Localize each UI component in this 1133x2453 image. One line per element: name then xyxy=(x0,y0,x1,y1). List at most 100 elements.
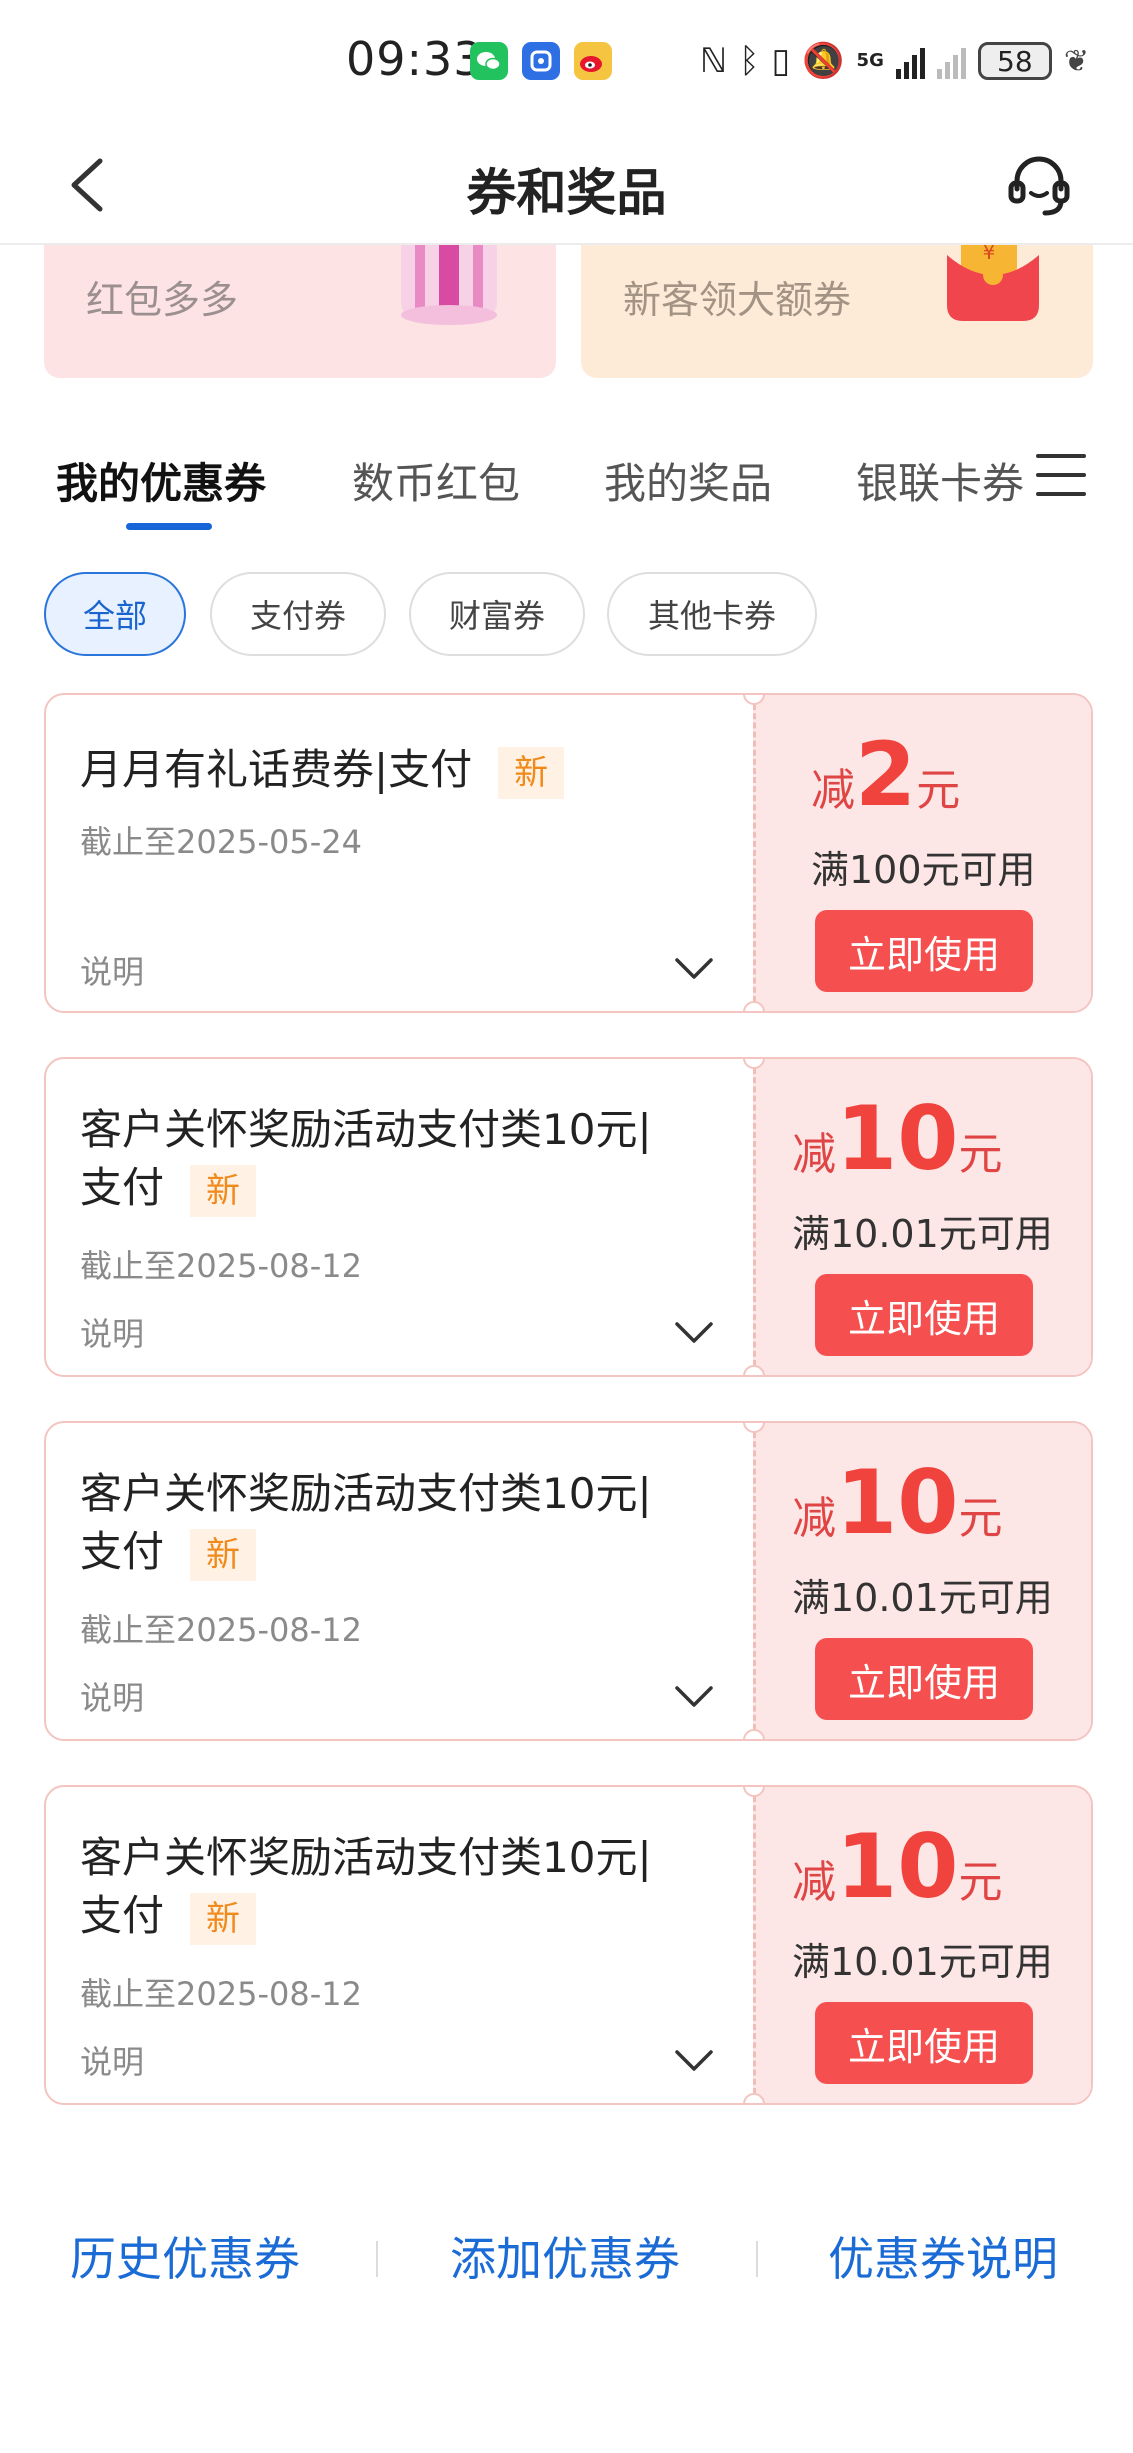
coupon-explain-label[interactable]: 说明 xyxy=(80,947,144,993)
coupon-title-text: 支付 xyxy=(80,1527,165,1576)
coupon-condition: 满10.01元可用 xyxy=(792,1940,1053,1984)
amount-number: 10 xyxy=(836,1815,959,1918)
new-badge: 新 xyxy=(498,746,565,799)
amount-unit: 元 xyxy=(958,1857,1003,1908)
amount-unit: 元 xyxy=(916,765,961,816)
blue-app-icon xyxy=(522,42,560,80)
signal-off-icon xyxy=(936,43,966,79)
coupon-title: 月月有礼话费券|支付新 xyxy=(80,741,730,799)
tab-clip: 银联卡券 xyxy=(852,440,1032,530)
promo-banner-new-customer[interactable]: 新客领大额券 ¥ xyxy=(581,245,1093,378)
coupon-explain-label[interactable]: 说明 xyxy=(80,1309,144,1355)
reduce-prefix: 减 xyxy=(792,1493,836,1544)
tab-digital-red-packet[interactable]: 数币红包 xyxy=(352,450,520,511)
coupon-deadline: 截止至2025-08-12 xyxy=(80,1611,362,1649)
mute-icon: 🔕 xyxy=(802,41,845,81)
coupon-card: 客户关怀奖励活动支付类10元| 支付新 截止至2025-08-12 说明 减10元… xyxy=(44,1057,1093,1377)
leaf-icon: ❦ xyxy=(1063,43,1089,79)
weibo-icon xyxy=(574,42,612,80)
coupon-value-panel: 减10元 满10.01元可用 立即使用 xyxy=(753,1423,1091,1739)
red-envelope-icon: ¥ xyxy=(947,245,1039,321)
filter-wealth[interactable]: 财富券 xyxy=(409,572,585,656)
banner-subtitle: 红包多多 xyxy=(86,278,239,322)
coupon-amount: 减10元 xyxy=(792,1823,1091,1911)
signal-icon xyxy=(895,43,925,79)
amount-number: 2 xyxy=(855,723,917,826)
chevron-down-icon[interactable] xyxy=(674,957,714,981)
reduce-prefix: 减 xyxy=(792,1857,836,1908)
coupon-amount: 减10元 xyxy=(792,1459,1091,1547)
gift-icon xyxy=(401,245,497,325)
svg-text:¥: ¥ xyxy=(983,245,996,264)
coupon-title-text: 支付 xyxy=(80,1163,165,1212)
coupon-title-text: 支付 xyxy=(80,1891,165,1940)
promo-banner-red-packet[interactable]: 红包多多 xyxy=(44,245,556,378)
coupon-card: 客户关怀奖励活动支付类10元| 支付新 截止至2025-08-12 说明 减10元… xyxy=(44,1421,1093,1741)
coupon-title: 客户关怀奖励活动支付类10元| 支付新 xyxy=(80,1465,730,1581)
headset-icon[interactable] xyxy=(1005,151,1073,219)
tabs-menu-icon[interactable] xyxy=(1036,454,1086,510)
battery-icon: 58 xyxy=(977,42,1052,80)
add-coupon-link[interactable]: 添加优惠券 xyxy=(450,2223,680,2289)
tab-unionpay-cards[interactable]: 银联卡券 xyxy=(856,450,1024,511)
use-now-button[interactable]: 立即使用 xyxy=(815,1274,1033,1356)
new-badge: 新 xyxy=(190,1164,257,1217)
page-title: 券和奖品 xyxy=(466,164,667,222)
coupon-title: 客户关怀奖励活动支付类10元| 支付新 xyxy=(80,1101,730,1217)
nfc-icon: ℕ xyxy=(699,41,728,81)
amount-number: 10 xyxy=(836,1451,959,1554)
reduce-prefix: 减 xyxy=(811,765,855,816)
footer-links: 历史优惠券 添加优惠券 优惠券说明 xyxy=(0,2215,1133,2295)
coupon-title: 客户关怀奖励活动支付类10元| 支付新 xyxy=(80,1829,730,1945)
divider xyxy=(376,2241,378,2277)
coupon-value-panel: 减10元 满10.01元可用 立即使用 xyxy=(753,1787,1091,2103)
coupon-value-panel: 减10元 满10.01元可用 立即使用 xyxy=(753,1059,1091,1375)
filter-all[interactable]: 全部 xyxy=(44,572,186,656)
coupon-tabs: 我的优惠券 数币红包 我的奖品 银联卡券 xyxy=(0,440,1133,540)
coupon-condition: 满10.01元可用 xyxy=(792,1212,1053,1256)
new-badge: 新 xyxy=(190,1528,257,1581)
reduce-prefix: 减 xyxy=(792,1129,836,1180)
chevron-down-icon[interactable] xyxy=(674,1321,714,1345)
coupon-deadline: 截止至2025-08-12 xyxy=(80,1975,362,2013)
filter-payment[interactable]: 支付券 xyxy=(210,572,386,656)
coupon-title-text: 客户关怀奖励活动支付类10元| xyxy=(80,1833,652,1882)
banner-subtitle: 新客领大额券 xyxy=(623,278,852,322)
new-badge: 新 xyxy=(190,1892,257,1945)
amount-unit: 元 xyxy=(958,1129,1003,1180)
vibrate-icon: ▯ xyxy=(771,41,791,81)
divider xyxy=(756,2241,758,2277)
chevron-down-icon[interactable] xyxy=(674,2049,714,2073)
coupon-title-text: 客户关怀奖励活动支付类10元| xyxy=(80,1469,652,1518)
coupon-title-text: 月月有礼话费券|支付 xyxy=(80,745,473,794)
coupon-explain-label[interactable]: 说明 xyxy=(80,2037,144,2083)
filter-other-cards[interactable]: 其他卡券 xyxy=(607,572,817,656)
status-time: 09:33 xyxy=(346,32,484,86)
coupon-amount: 减10元 xyxy=(792,1095,1091,1183)
chevron-down-icon[interactable] xyxy=(674,1685,714,1709)
status-bar: 09:33 ℕ ᛒ ▯ 🔕 5G 58 ❦ xyxy=(0,0,1133,125)
coupon-condition: 满100元可用 xyxy=(811,848,1036,892)
bluetooth-icon: ᛒ xyxy=(739,41,760,81)
active-tab-indicator xyxy=(126,523,212,530)
amount-number: 10 xyxy=(836,1087,959,1190)
wechat-icon xyxy=(470,42,508,80)
coupon-title-text: 客户关怀奖励活动支付类10元| xyxy=(80,1105,652,1154)
coupon-deadline: 截止至2025-08-12 xyxy=(80,1247,362,1285)
amount-unit: 元 xyxy=(958,1493,1003,1544)
coupon-amount: 减2元 xyxy=(811,731,1091,819)
history-coupons-link[interactable]: 历史优惠券 xyxy=(70,2223,300,2289)
status-icons: ℕ ᛒ ▯ 🔕 5G 58 ❦ xyxy=(700,38,1089,84)
coupon-value-panel: 减2元 满100元可用 立即使用 xyxy=(753,695,1091,1011)
coupon-card: 客户关怀奖励活动支付类10元| 支付新 截止至2025-08-12 说明 减10元… xyxy=(44,1785,1093,2105)
tab-my-coupons[interactable]: 我的优惠券 xyxy=(56,450,266,511)
network-type: 5G xyxy=(856,50,884,71)
tab-my-prizes[interactable]: 我的奖品 xyxy=(604,450,772,511)
use-now-button[interactable]: 立即使用 xyxy=(815,2002,1033,2084)
coupon-deadline: 截止至2025-05-24 xyxy=(80,823,362,861)
coupon-explain-link[interactable]: 优惠券说明 xyxy=(828,2223,1058,2289)
use-now-button[interactable]: 立即使用 xyxy=(815,1638,1033,1720)
coupon-explain-label[interactable]: 说明 xyxy=(80,1673,144,1719)
coupon-condition: 满10.01元可用 xyxy=(792,1576,1053,1620)
use-now-button[interactable]: 立即使用 xyxy=(815,910,1033,992)
